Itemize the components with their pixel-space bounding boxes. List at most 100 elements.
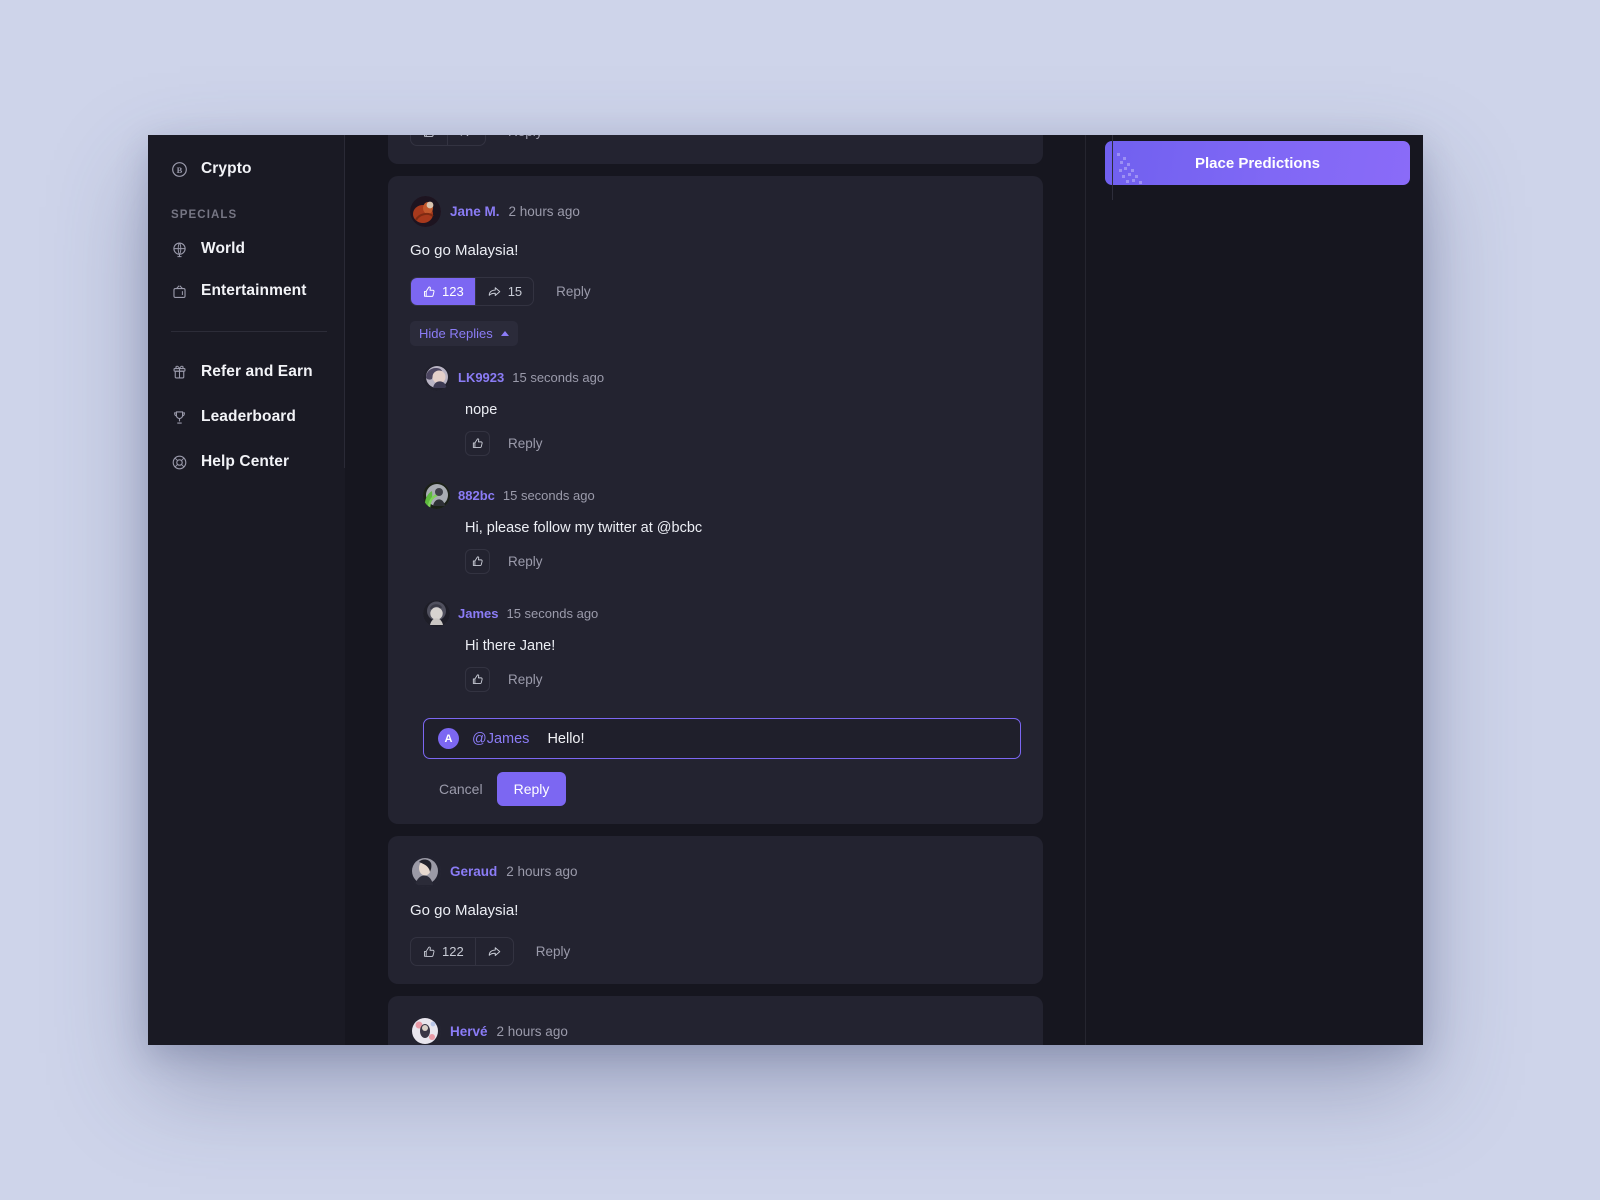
reply-link[interactable]: Reply (508, 135, 543, 139)
reply-actions: Reply (465, 431, 1021, 456)
sidebar-item-leaderboard[interactable]: Leaderboard (148, 399, 345, 435)
sidebar-item-refer-and-earn[interactable]: Refer and Earn (148, 354, 345, 390)
reply-item: James 15 seconds ago Hi there Jane! Repl… (423, 600, 1021, 692)
reaction-pill-group (410, 135, 486, 146)
reply-input[interactable]: A @James Hello! (423, 718, 1021, 759)
reply-actions: Reply (465, 667, 1021, 692)
comment-actions: 122 Reply (410, 937, 1021, 966)
like-count: 123 (442, 284, 464, 299)
comment-author[interactable]: Hervé (450, 1024, 488, 1039)
reply-body: Hi there Jane! (465, 638, 556, 654)
sidebar-item-label: Refer and Earn (201, 363, 313, 380)
lifebuoy-icon (171, 454, 188, 471)
reply-input-text: Hello! (547, 730, 585, 747)
cancel-button[interactable]: Cancel (439, 781, 483, 797)
app-window: B Crypto SPECIALS World Entertainment Re… (148, 135, 1423, 1045)
reply-link[interactable]: Reply (508, 436, 543, 451)
comment-card: Jane M. 2 hours ago Go go Malaysia! 123 … (388, 176, 1043, 824)
like-count: 122 (442, 944, 464, 959)
comment-timestamp: 2 hours ago (506, 864, 578, 879)
comment-card: Hervé 2 hours ago Go go Malaysia! 122 (388, 996, 1043, 1045)
like-button[interactable] (465, 667, 490, 692)
tv-icon (171, 283, 188, 300)
reply-link[interactable]: Reply (508, 554, 543, 569)
sidebar-item-label: Help Center (201, 453, 290, 470)
comment-actions: Reply (410, 135, 1021, 146)
comment-body: Go go Malaysia! (410, 902, 519, 919)
comment-actions: 123 15 Reply (410, 277, 1021, 306)
submit-reply-button[interactable]: Reply (496, 772, 567, 806)
reply-timestamp: 15 seconds ago (512, 370, 605, 385)
like-button[interactable]: 122 (411, 938, 475, 965)
comments-panel: Reply Jane M. 2 hours ago Go go Malaysia… (345, 135, 1060, 1045)
avatar (423, 364, 450, 391)
sidebar-item-label: World (201, 240, 246, 257)
comment-timestamp: 2 hours ago (496, 1024, 568, 1039)
reply-link[interactable]: Reply (556, 284, 591, 299)
reply-author[interactable]: 882bc (458, 488, 495, 503)
share-button[interactable]: 15 (474, 278, 533, 305)
reply-header: 882bc 15 seconds ago (423, 482, 1021, 509)
comment-author[interactable]: Jane M. (450, 204, 500, 219)
reply-header: James 15 seconds ago (423, 600, 1021, 627)
right-panel: Place Predictions (1060, 135, 1423, 1045)
sidebar-item-entertainment[interactable]: Entertainment (148, 273, 345, 309)
chevron-up-icon (500, 331, 509, 336)
sidebar-item-crypto[interactable]: B Crypto (148, 151, 345, 187)
reaction-pill-group: 123 15 (410, 277, 535, 306)
place-predictions-label: Place Predictions (1194, 154, 1321, 172)
comment-card: Geraud 2 hours ago Go go Malaysia! 122 R… (388, 836, 1043, 984)
sidebar-item-label: Leaderboard (201, 408, 296, 425)
reply-author[interactable]: James (458, 606, 498, 621)
composer-actions: Cancel Reply (423, 772, 1021, 806)
reply-body: Hi, please follow my twitter at @bcbc (465, 520, 703, 536)
avatar (423, 482, 450, 509)
avatar (423, 600, 450, 627)
bitcoin-icon: B (171, 161, 188, 178)
comment-author[interactable]: Geraud (450, 864, 497, 879)
like-button[interactable] (465, 431, 490, 456)
reply-header: LK9923 15 seconds ago (423, 364, 1021, 391)
globe-icon (171, 241, 188, 258)
svg-text:B: B (177, 164, 183, 174)
reply-list: LK9923 15 seconds ago nope Reply 882bc 1… (410, 364, 1021, 806)
share-button[interactable] (474, 938, 513, 965)
like-button[interactable] (411, 135, 447, 145)
sidebar-section-title: SPECIALS (171, 209, 238, 221)
like-button[interactable] (465, 549, 490, 574)
sidebar: B Crypto SPECIALS World Entertainment Re… (148, 135, 345, 1045)
hide-replies-toggle[interactable]: Hide Replies (410, 321, 518, 346)
comment-header: Hervé 2 hours ago (410, 1016, 1021, 1045)
comment-body: Go go Malaysia! (410, 242, 519, 259)
gift-icon (171, 364, 188, 381)
sidebar-item-help-center[interactable]: Help Center (148, 444, 345, 480)
sidebar-item-world[interactable]: World (148, 231, 345, 267)
reply-timestamp: 15 seconds ago (502, 488, 595, 503)
reply-link[interactable]: Reply (508, 672, 543, 687)
reply-item: LK9923 15 seconds ago nope Reply (423, 364, 1021, 456)
reply-link[interactable]: Reply (536, 944, 571, 959)
avatar (410, 856, 441, 887)
comment-header: Geraud 2 hours ago (410, 856, 1021, 887)
reply-composer: A @James Hello! Cancel Reply (423, 718, 1021, 806)
sidebar-divider (171, 331, 327, 332)
trophy-icon (171, 409, 188, 426)
place-predictions-button[interactable]: Place Predictions (1105, 141, 1410, 185)
comment-header: Jane M. 2 hours ago (410, 196, 1021, 227)
avatar: A (438, 728, 459, 749)
avatar (410, 1016, 441, 1045)
reply-actions: Reply (465, 549, 1021, 574)
reply-body: nope (465, 402, 498, 418)
comment-timestamp: 2 hours ago (508, 204, 580, 219)
decorative-watermark-icon (1117, 153, 1142, 184)
comment-card-partial: Reply (388, 135, 1043, 164)
like-button[interactable]: 123 (411, 278, 475, 305)
reply-item: 882bc 15 seconds ago Hi, please follow m… (423, 482, 1021, 574)
sidebar-item-label: Entertainment (201, 282, 307, 299)
share-count: 15 (507, 284, 523, 299)
comment-list: Reply Jane M. 2 hours ago Go go Malaysia… (388, 135, 1043, 1045)
sidebar-item-label: Crypto (201, 160, 252, 177)
share-button[interactable] (447, 135, 485, 145)
reply-author[interactable]: LK9923 (458, 370, 504, 385)
reaction-pill-group: 122 (410, 937, 514, 966)
